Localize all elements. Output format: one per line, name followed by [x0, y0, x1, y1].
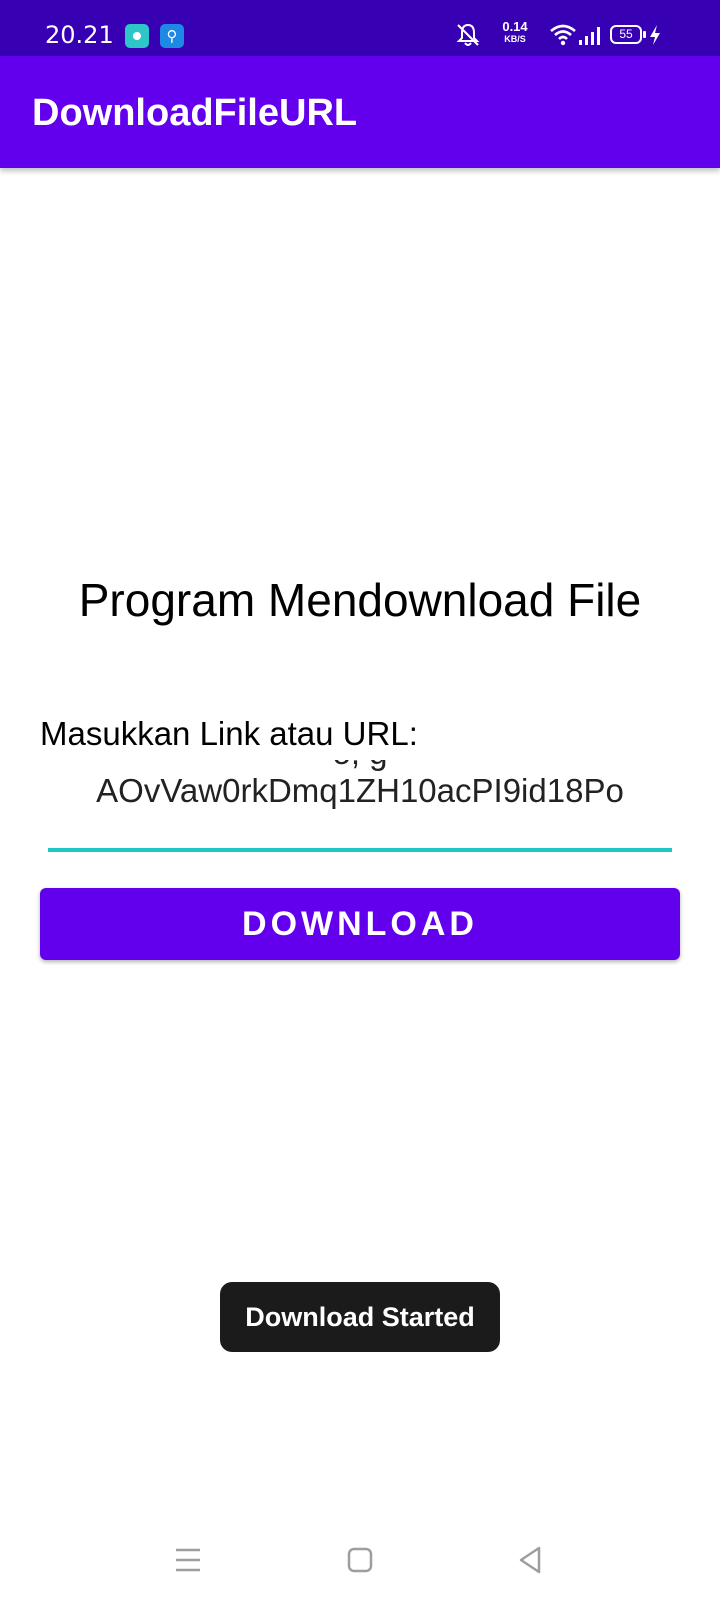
page-heading: Program Mendownload File [78, 574, 642, 626]
status-bar: 20.21 ⚲ 0.14 KB/S 55 [0, 0, 720, 56]
url-field-label: Masukkan Link atau URL: [40, 715, 418, 752]
download-button[interactable]: DOWNLOAD [40, 888, 680, 960]
recent-apps-icon[interactable] [168, 1540, 208, 1580]
app-title: DownloadFileURL [32, 92, 358, 134]
usb-icon: ⚲ [160, 24, 184, 48]
navigation-bar [0, 1520, 720, 1600]
toast-message: Download Started [220, 1282, 500, 1352]
url-input-underline [48, 848, 672, 852]
battery-icon: 55 [610, 20, 664, 50]
app-bar: DownloadFileURL [0, 56, 720, 168]
app-notification-icon [125, 24, 149, 48]
signal-icon [578, 20, 602, 50]
home-icon[interactable] [340, 1540, 380, 1580]
url-input-text: o, g AOvVaw0rkDmq1ZH10acPI9id18Po [48, 760, 672, 810]
network-speed: 0.14 KB/S [502, 19, 528, 45]
silent-bell-icon [453, 20, 483, 50]
charging-bolt-icon [650, 25, 660, 45]
url-input[interactable]: o, g AOvVaw0rkDmq1ZH10acPI9id18Po [48, 760, 672, 852]
url-visible-line: AOvVaw0rkDmq1ZH10acPI9id18Po [96, 772, 624, 809]
back-icon[interactable] [510, 1540, 550, 1580]
url-partial-line: o, g [48, 760, 672, 772]
status-time: 20.21 [45, 21, 114, 49]
wifi-icon [548, 20, 578, 50]
battery-level: 55 [610, 25, 642, 44]
